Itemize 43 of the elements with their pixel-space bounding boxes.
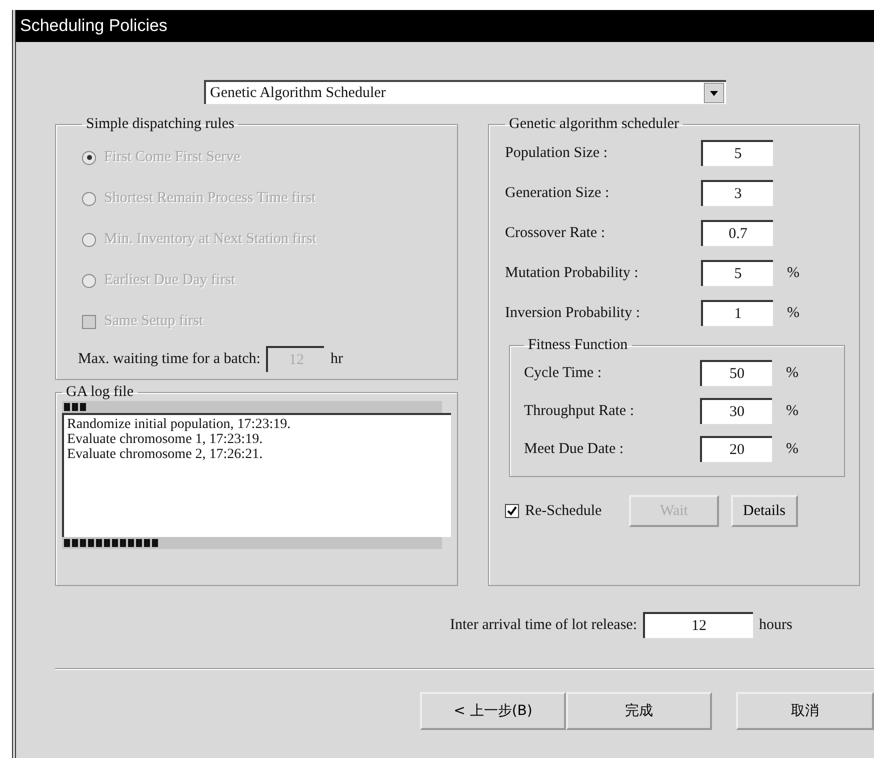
checkbox[interactable] <box>505 504 519 518</box>
unit-label: % <box>786 364 798 382</box>
input-field[interactable]: 3 <box>701 180 773 206</box>
log-text-area[interactable]: Randomize initial population, 17:23:19. Evaluate chromosome 1, 17:23:19. Evaluate chromosome 2, 17:26:21. <box>62 413 451 537</box>
field-label: Population Size : <box>505 144 608 162</box>
input-field[interactable]: 50 <box>700 360 772 386</box>
unit-label: % <box>786 402 798 420</box>
input-field[interactable]: 20 <box>700 436 772 462</box>
input-field[interactable]: 12 <box>643 612 753 638</box>
field-label: Inter arrival time of lot release: <box>450 616 637 634</box>
unit-label: % <box>787 304 800 322</box>
group-label: Fitness Function <box>527 337 629 354</box>
cancel-button[interactable]: 取消 <box>736 692 874 730</box>
unit-label: hr <box>330 350 343 368</box>
dropdown-arrow-icon[interactable] <box>704 83 724 103</box>
field-label: Meet Due Date : <box>524 440 625 458</box>
back-button[interactable]: < 上一步(B) <box>420 692 566 730</box>
field-label: Inversion Probability : <box>505 304 641 322</box>
log-line: Evaluate chromosome 2, 17:26:21. <box>67 447 264 462</box>
log-line: Evaluate chromosome 1, 17:23:19. <box>67 432 264 447</box>
input-field[interactable]: 0.7 <box>701 220 773 246</box>
window-title: Scheduling Policies <box>20 16 168 36</box>
input-field[interactable]: 5 <box>701 260 773 286</box>
input-field[interactable]: 1 <box>701 300 773 326</box>
field-label: Crossover Rate : <box>505 224 606 242</box>
field-label: Max. waiting time for a batch: <box>78 350 260 368</box>
group-label: Genetic algorithm scheduler <box>508 116 680 133</box>
unit-label: hours <box>759 616 792 634</box>
group-label: GA log file <box>65 384 134 401</box>
unit-label: % <box>787 264 800 282</box>
field-label: Generation Size : <box>505 184 610 202</box>
field-label: Mutation Probability : <box>505 264 640 282</box>
unit-label: % <box>786 440 798 458</box>
log-line: Randomize initial population, 17:23:19. <box>67 417 292 432</box>
details-button[interactable]: Details <box>731 495 798 527</box>
finish-button[interactable]: 完成 <box>566 692 712 730</box>
checkbox-label: Re-Schedule <box>525 502 603 520</box>
group-label: Simple dispatching rules <box>85 116 236 133</box>
input-field[interactable]: 5 <box>701 140 773 166</box>
field-label: Throughput Rate : <box>524 402 635 420</box>
input-field[interactable]: 30 <box>700 398 772 424</box>
scheduler-dropdown[interactable]: Genetic Algorithm Scheduler <box>204 80 726 104</box>
field-label: Cycle Time : <box>524 364 603 382</box>
